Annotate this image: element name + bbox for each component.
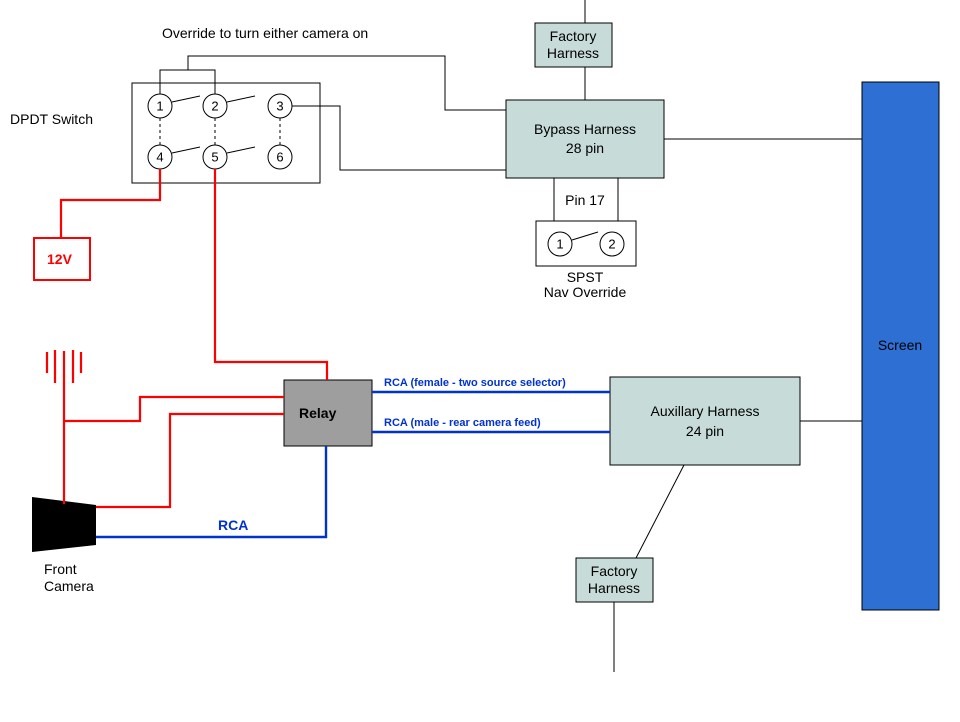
- wire-pin5-to-relay: [215, 169, 327, 380]
- front-camera-icon: [32, 497, 96, 552]
- rca-bot-label: RCA (male - rear camera feed): [384, 417, 541, 429]
- svg-text:2: 2: [211, 98, 218, 113]
- wire-dpdt-jumper-12: [160, 70, 215, 94]
- bypass-l1: Bypass Harness: [534, 121, 636, 137]
- rca-cam-label: RCA: [218, 517, 248, 533]
- svg-text:2: 2: [608, 236, 615, 251]
- relay-label: Relay: [299, 405, 337, 421]
- 12v-label: 12V: [47, 251, 73, 267]
- wire-ground-to-relay: [64, 397, 284, 421]
- wire-rca-camera: [96, 446, 326, 537]
- svg-text:6: 6: [276, 149, 283, 164]
- rca-top-label: RCA (female - two source selector): [384, 377, 566, 389]
- ground-icon: [47, 350, 81, 392]
- svg-text:3: 3: [276, 98, 283, 113]
- factory-bot-l2: Harness: [588, 580, 640, 596]
- dpdt-label: DPDT Switch: [10, 111, 93, 127]
- bypass-harness-box: [506, 100, 664, 178]
- screen-label: Screen: [878, 337, 922, 353]
- wiring-diagram: Screen Factory Harness Bypass Harness 28…: [0, 0, 960, 722]
- pin17-label: Pin 17: [565, 192, 605, 208]
- wire-cam-power-to-relay: [96, 414, 284, 507]
- factory-top-l2: Harness: [547, 45, 599, 61]
- front-cam-l1: Front: [44, 561, 77, 577]
- spst-l1: SPST: [567, 269, 604, 285]
- svg-text:1: 1: [156, 98, 163, 113]
- factory-bot-l1: Factory: [591, 563, 638, 579]
- wire-12v-to-pin4: [61, 169, 160, 238]
- svg-text:4: 4: [156, 149, 163, 164]
- svg-text:5: 5: [211, 149, 218, 164]
- spst-l2: Nav Override: [544, 284, 627, 300]
- wire-pin3-to-bypass: [292, 106, 506, 170]
- aux-l1: Auxillary Harness: [651, 403, 760, 419]
- aux-l2: 24 pin: [686, 423, 724, 439]
- svg-text:1: 1: [556, 236, 563, 251]
- override-title: Override to turn either camera on: [162, 25, 368, 41]
- factory-top-l1: Factory: [550, 28, 597, 44]
- wire-aux-to-factory-bot: [636, 465, 684, 558]
- bypass-l2: 28 pin: [566, 140, 604, 156]
- spst-switch-lever: [572, 232, 598, 240]
- front-cam-l2: Camera: [44, 578, 94, 594]
- aux-harness-box: [610, 377, 800, 465]
